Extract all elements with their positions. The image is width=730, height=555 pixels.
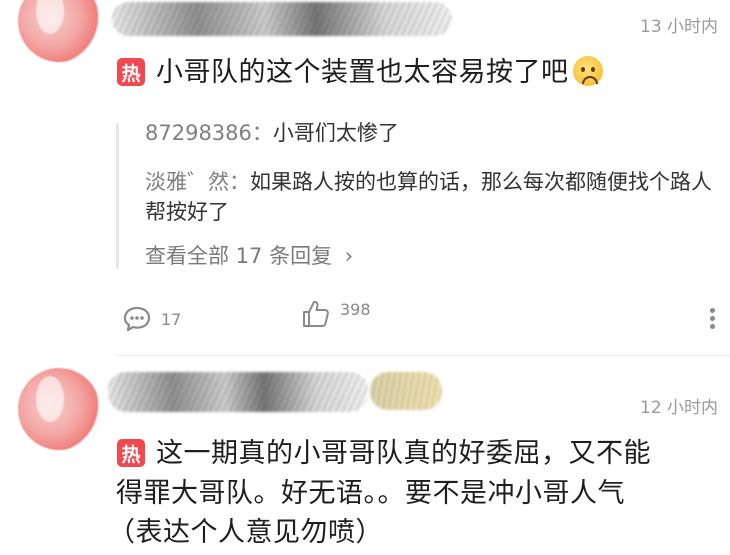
timestamp: 13 小时内 xyxy=(640,17,719,37)
comment-line: （表达个人意见勿喷） xyxy=(108,517,383,548)
avatar[interactable] xyxy=(18,368,100,450)
thumbs-up-icon xyxy=(303,300,329,327)
avatar[interactable] xyxy=(18,0,100,62)
view-all-replies-link[interactable]: 查看全部 17 条回复 › xyxy=(145,240,353,270)
comment-bubble-icon xyxy=(123,306,151,332)
view-all-label: 查看全部 17 条回复 xyxy=(145,244,333,268)
username-censored[interactable] xyxy=(108,372,368,412)
badge-censored xyxy=(370,372,442,410)
reply-author[interactable]: 淡雅゛然 xyxy=(145,170,229,194)
comment-text[interactable]: 小哥队的这个装置也太容易按了吧 xyxy=(156,53,603,92)
divider xyxy=(116,355,730,356)
reply-separator: ： xyxy=(251,121,273,145)
reply-text: 小哥们太惨了 xyxy=(272,121,399,145)
hot-badge: 热 xyxy=(117,439,145,467)
reply-thread-bar xyxy=(116,123,119,269)
reply-author[interactable]: 87298386 xyxy=(145,121,252,145)
like-count: 398 xyxy=(340,299,371,319)
comment-text[interactable]: 这一期真的小哥哥队真的好委屈，又不能 xyxy=(156,434,726,473)
hot-badge: 热 xyxy=(117,58,145,86)
comment-body: 小哥队的这个装置也太容易按了吧 xyxy=(156,57,569,88)
chevron-right-icon: › xyxy=(344,244,354,268)
reply-item[interactable]: 87298386：小哥们太惨了 xyxy=(145,118,715,148)
sad-face-emoji-icon xyxy=(572,56,603,86)
timestamp: 12 小时内 xyxy=(640,398,719,418)
comment-text-continued[interactable]: 得罪大哥队。好无语。。要不是冲小哥人气 （表达个人意见勿喷） xyxy=(108,474,726,552)
comment-line: 得罪大哥队。好无语。。要不是冲小哥人气 xyxy=(116,478,625,509)
reply-separator: ： xyxy=(229,170,250,194)
more-options-icon[interactable] xyxy=(710,308,716,332)
like-button[interactable]: 398 xyxy=(300,298,371,330)
comment-line: 这一期真的小哥哥队真的好委屈，又不能 xyxy=(156,438,651,469)
comment-count-button[interactable]: 17 xyxy=(122,305,181,333)
username-censored[interactable] xyxy=(112,2,452,36)
reply-item[interactable]: 淡雅゛然：如果路人按的也算的话，那么每次都随便找个路人帮按好了 xyxy=(145,167,715,227)
comment-count: 17 xyxy=(161,309,182,329)
